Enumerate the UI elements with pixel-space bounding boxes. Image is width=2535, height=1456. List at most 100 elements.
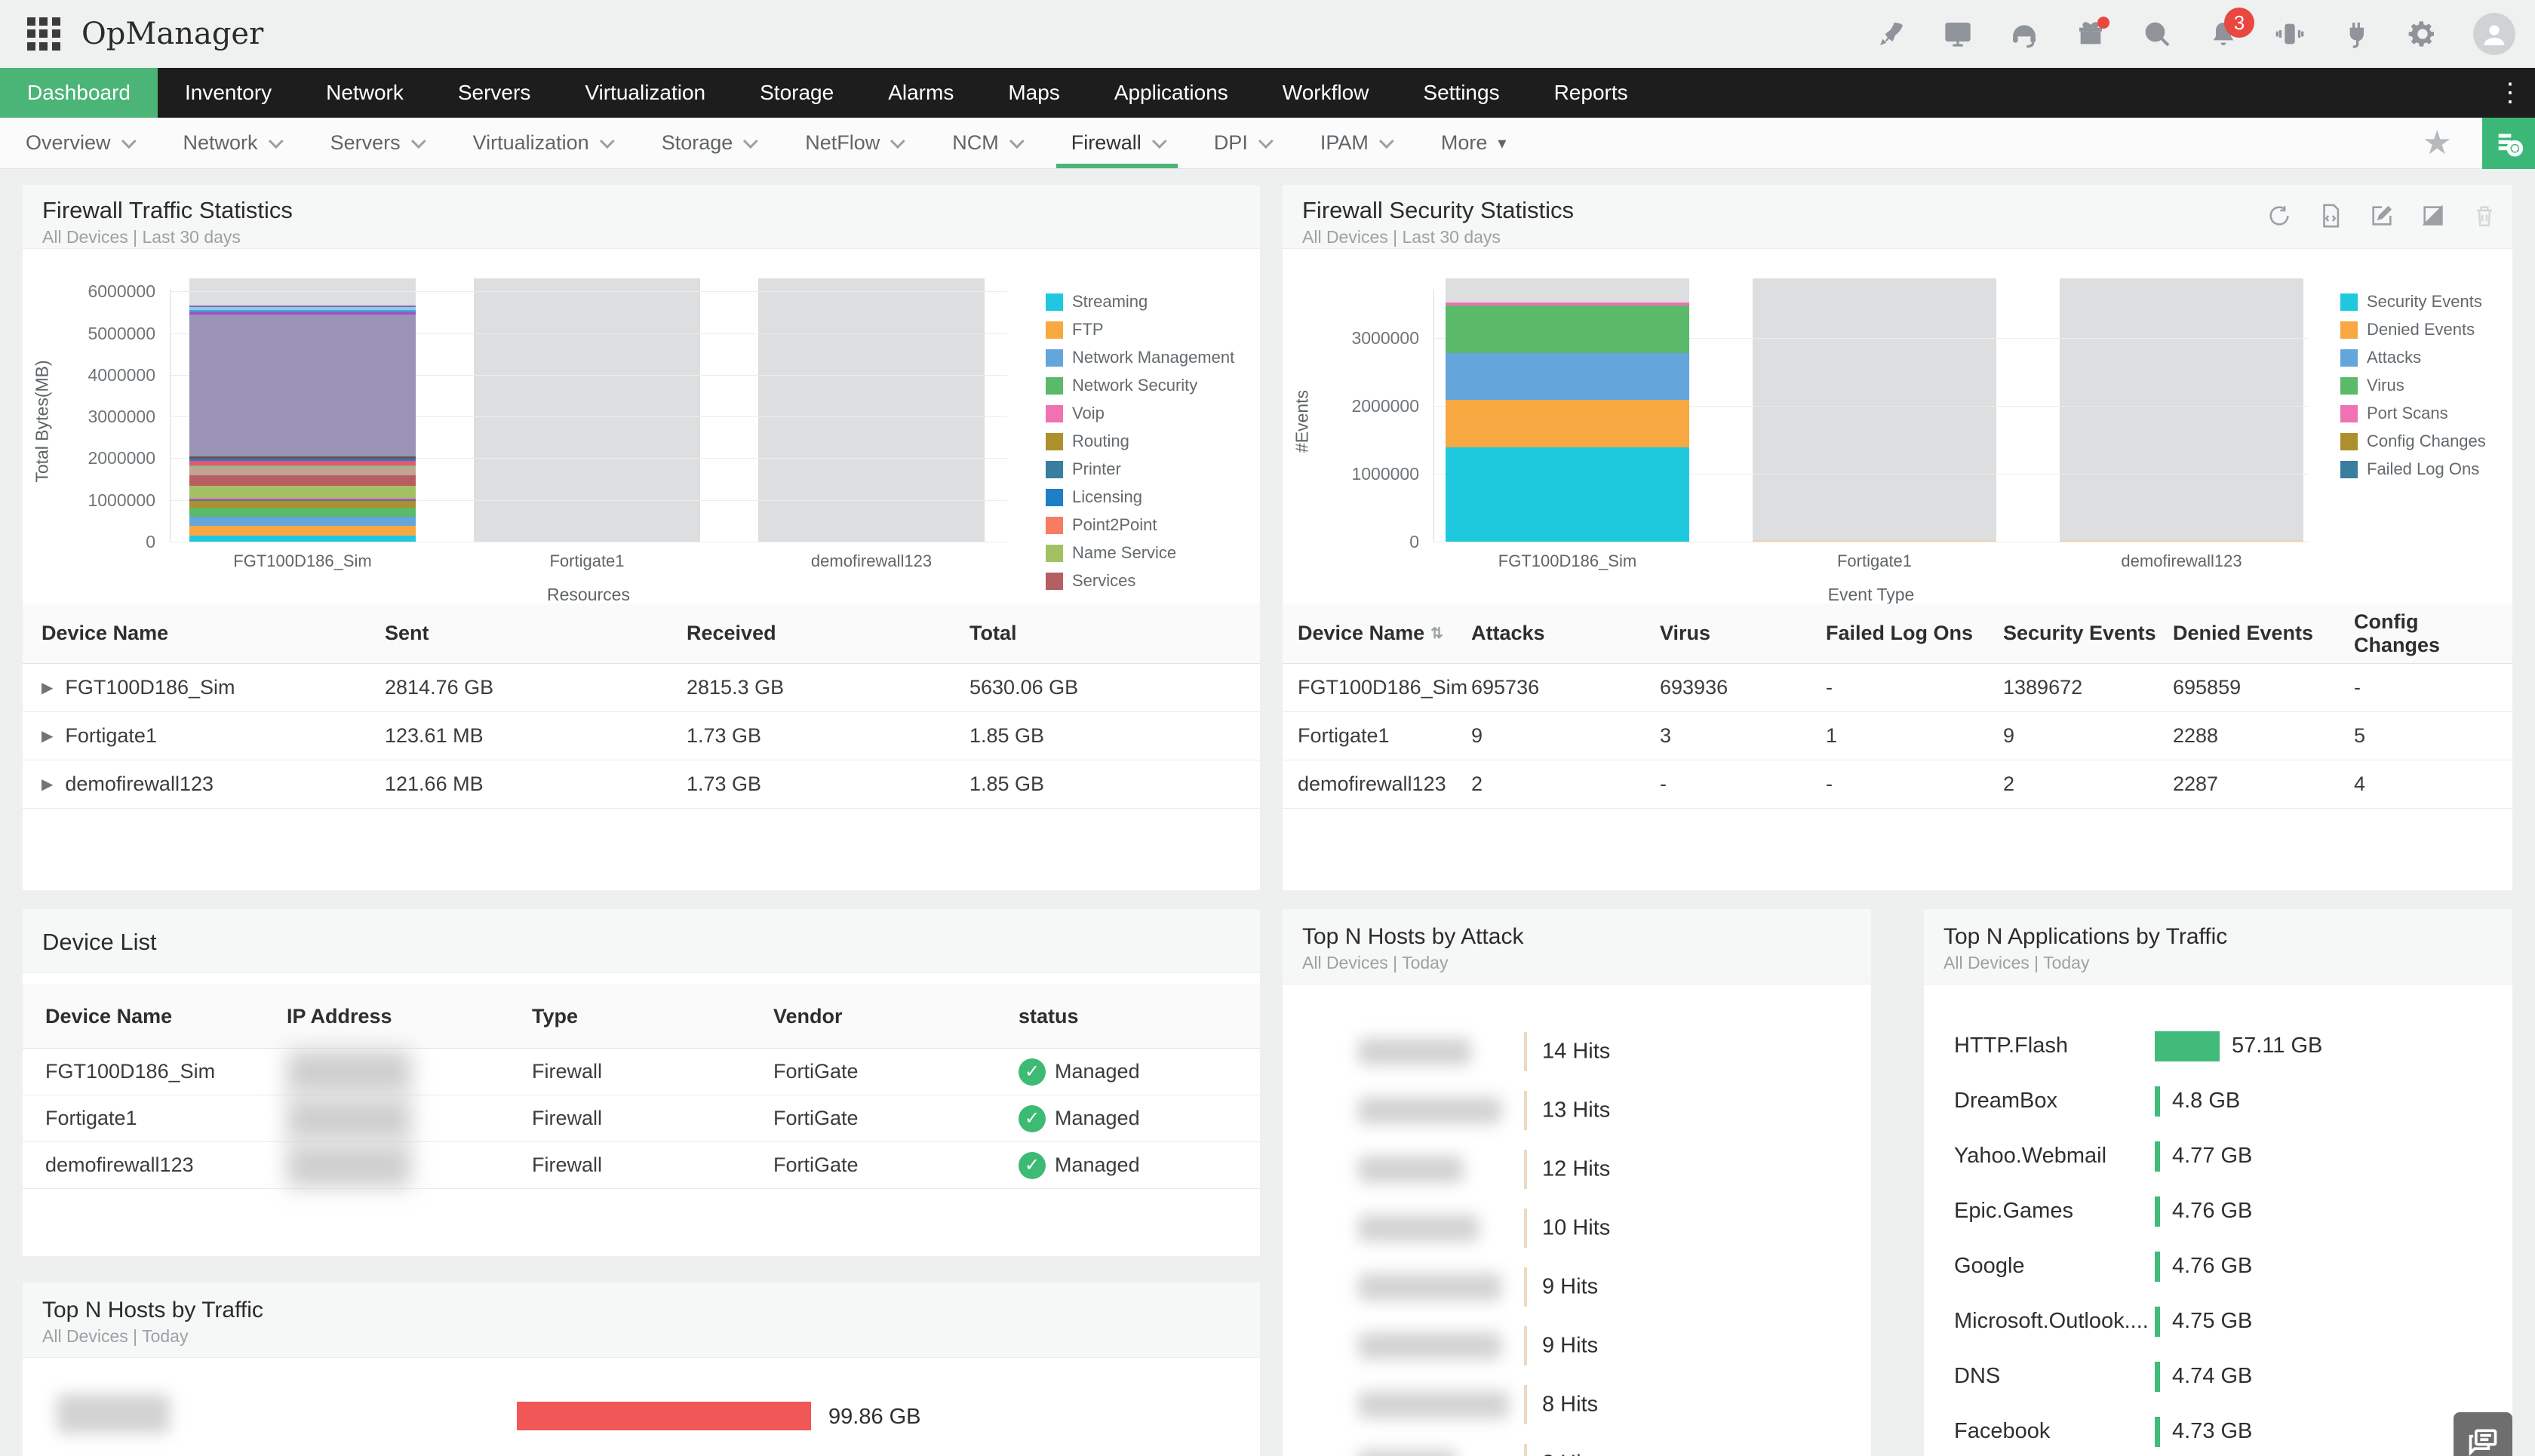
bar-segment-Denied Events[interactable] — [1753, 540, 1996, 542]
expand-row-icon[interactable]: ▶ — [41, 775, 53, 794]
settings-gear-icon[interactable] — [2407, 18, 2438, 50]
sub-nav-item[interactable]: NCM — [926, 118, 1046, 168]
legend-item[interactable]: Security Events — [2340, 292, 2506, 312]
legend-item[interactable]: FTP — [1046, 320, 1249, 339]
col-vendor[interactable]: Vendor — [773, 1005, 1019, 1028]
table-row[interactable]: FGT100D186_Sim 695736 693936 - 1389672 6… — [1283, 664, 2512, 712]
col-device-name[interactable]: Device Name — [41, 622, 385, 645]
sub-nav-item[interactable]: Storage — [636, 118, 780, 168]
main-nav-item[interactable]: Dashboard — [0, 68, 158, 118]
sub-nav-item[interactable]: Servers — [305, 118, 447, 168]
user-avatar[interactable] — [2473, 13, 2515, 55]
list-item[interactable]: 9 Hits — [1283, 1316, 1871, 1375]
legend-item[interactable]: Port Scans — [2340, 404, 2506, 423]
main-nav-item[interactable]: Settings — [1396, 68, 1526, 118]
bar-segment-Name Service[interactable] — [189, 486, 416, 497]
notifications-bell-icon[interactable]: 3 — [2208, 18, 2239, 50]
table-row[interactable]: demofirewall123 Firewall FortiGate ✓Mana… — [23, 1142, 1260, 1189]
whats-new-gift-icon[interactable] — [2075, 18, 2106, 50]
table-row[interactable]: Fortigate1 Firewall FortiGate ✓Managed — [23, 1095, 1260, 1142]
sub-nav-item[interactable]: Firewall — [1046, 118, 1188, 168]
expand-row-icon[interactable]: ▶ — [41, 726, 53, 745]
legend-item[interactable]: Name Service — [1046, 543, 1249, 563]
bar-segment-Streaming[interactable] — [189, 536, 416, 542]
device-name[interactable]: FGT100D186_Sim — [65, 676, 235, 699]
refresh-icon[interactable] — [2266, 203, 2292, 232]
app-name[interactable]: Epic.Games — [1954, 1199, 2155, 1224]
main-nav-item[interactable]: Alarms — [861, 68, 981, 118]
list-item[interactable]: Google 4.76 GB — [1924, 1239, 2512, 1294]
support-headset-icon[interactable] — [2008, 18, 2040, 50]
bar-segment-Denied Events[interactable] — [1446, 400, 1689, 447]
sort-icon[interactable]: ⇅ — [1430, 624, 1443, 643]
sub-nav-item[interactable]: IPAM — [1295, 118, 1415, 168]
main-nav-item[interactable]: Network — [299, 68, 431, 118]
bar-segment-Network Management[interactable] — [189, 517, 416, 526]
col-total[interactable]: Total — [969, 622, 1241, 645]
main-nav-item[interactable]: Reports — [1527, 68, 1655, 118]
legend-item[interactable]: Denied Events — [2340, 320, 2506, 339]
bar-segment-other[interactable] — [189, 312, 416, 315]
bar-segment-Security Events[interactable] — [1446, 447, 1689, 542]
list-item[interactable]: DreamBox 4.8 GB — [1924, 1074, 2512, 1129]
sub-nav-item[interactable]: Network — [158, 118, 305, 168]
col-device-name[interactable]: Device Name — [1298, 622, 1424, 645]
list-item[interactable]: 12 Hits — [1283, 1140, 1871, 1199]
mobile-icon[interactable] — [2274, 18, 2306, 50]
list-item[interactable]: 8 Hits — [1283, 1375, 1871, 1434]
legend-item[interactable]: Point2Point — [1046, 515, 1249, 535]
device-name[interactable]: FGT100D186_Sim — [45, 1060, 287, 1083]
legend-item[interactable]: Services — [1046, 571, 1249, 591]
add-dashboard-button[interactable] — [2482, 118, 2535, 169]
bar-segment-FTP[interactable] — [189, 526, 416, 536]
training-video-icon[interactable] — [1942, 18, 1974, 50]
list-item[interactable]: 14 Hits — [1283, 1022, 1871, 1081]
col-virus[interactable]: Virus — [1660, 622, 1826, 645]
list-item[interactable]: 8 Hits — [1283, 1434, 1871, 1456]
app-name[interactable]: HTTP.Flash — [1954, 1034, 2155, 1058]
col-type[interactable]: Type — [532, 1005, 773, 1028]
export-report-icon[interactable] — [2318, 203, 2343, 232]
integrations-plug-icon[interactable] — [2340, 18, 2372, 50]
bar-segment-Attacks[interactable] — [1446, 353, 1689, 401]
bar-segment-other[interactable] — [189, 465, 416, 467]
device-name[interactable]: Fortigate1 — [1298, 724, 1471, 748]
table-row[interactable]: ▶demofirewall123 121.66 MB 1.73 GB 1.85 … — [23, 760, 1260, 809]
app-name[interactable]: Microsoft.Outlook.... — [1954, 1309, 2155, 1334]
device-name[interactable]: demofirewall123 — [1298, 773, 1471, 796]
col-failed-log-ons[interactable]: Failed Log Ons — [1826, 622, 2003, 645]
device-name[interactable]: Fortigate1 — [65, 724, 157, 748]
col-sent[interactable]: Sent — [385, 622, 687, 645]
security-stacked-bar-chart[interactable]: 0100000020000003000000FGT100D186_SimFort… — [1433, 289, 2309, 542]
legend-item[interactable]: Network Security — [1046, 376, 1249, 395]
col-security-events[interactable]: Security Events — [2003, 622, 2173, 645]
list-item[interactable]: Facebook 4.73 GB — [1924, 1404, 2512, 1456]
col-received[interactable]: Received — [687, 622, 969, 645]
list-item[interactable]: Yahoo.Webmail 4.77 GB — [1924, 1129, 2512, 1184]
sub-nav-item[interactable]: NetFlow — [779, 118, 926, 168]
app-name[interactable]: Yahoo.Webmail — [1954, 1144, 2155, 1169]
expand-row-icon[interactable]: ▶ — [41, 678, 53, 697]
main-nav-item[interactable]: Storage — [733, 68, 861, 118]
list-item[interactable]: Epic.Games 4.76 GB — [1924, 1184, 2512, 1239]
bar-segment-Licensing[interactable] — [189, 459, 416, 461]
main-nav-item[interactable]: Maps — [981, 68, 1086, 118]
main-nav-item[interactable]: Applications — [1087, 68, 1255, 118]
main-nav-item[interactable]: Servers — [431, 68, 558, 118]
col-denied-events[interactable]: Denied Events — [2173, 622, 2354, 645]
legend-item[interactable]: Printer — [1046, 459, 1249, 479]
col-config-changes[interactable]: Config Changes — [2354, 610, 2497, 657]
bar-segment-other[interactable] — [189, 306, 416, 307]
chat-support-button[interactable] — [2454, 1412, 2512, 1456]
list-item[interactable]: 9 Hits — [1283, 1258, 1871, 1316]
legend-item[interactable]: Virus — [2340, 376, 2506, 395]
app-name[interactable]: DNS — [1954, 1364, 2155, 1389]
legend-item[interactable]: Attacks — [2340, 348, 2506, 367]
col-status[interactable]: status — [1019, 1005, 1237, 1028]
col-device-name[interactable]: Device Name — [45, 1005, 287, 1028]
bar-segment-other[interactable] — [189, 456, 416, 459]
bar-segment-Routing[interactable] — [189, 501, 416, 508]
table-row[interactable]: Fortigate1 9 3 1 9 2288 5 — [1283, 712, 2512, 760]
favorite-star-icon[interactable]: ★ — [2392, 124, 2482, 162]
table-row[interactable]: demofirewall123 2 - - 2 2287 4 — [1283, 760, 2512, 809]
